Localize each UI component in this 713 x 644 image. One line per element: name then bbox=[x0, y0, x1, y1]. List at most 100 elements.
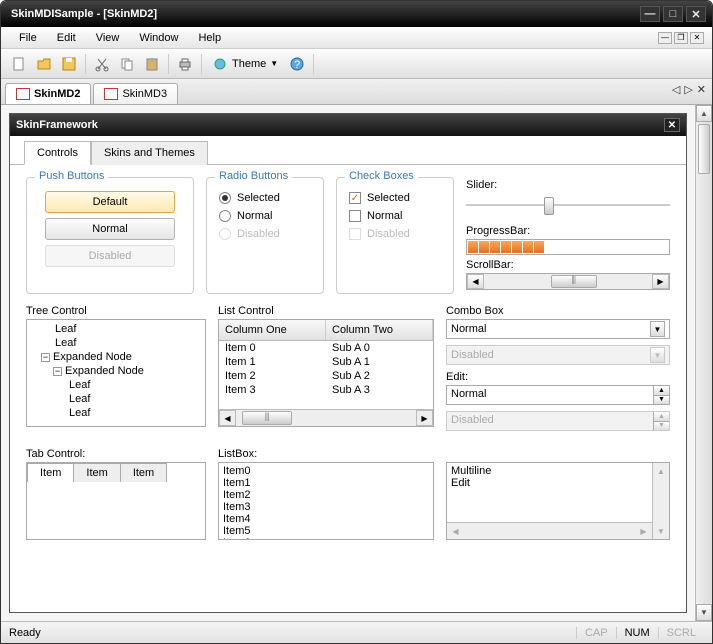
scroll-right-icon[interactable]: ▶ bbox=[635, 523, 652, 539]
new-file-icon[interactable] bbox=[7, 52, 31, 76]
multiline-text: Multiline bbox=[451, 465, 648, 477]
child-close-button[interactable]: ✕ bbox=[664, 118, 680, 132]
listbox-label: ListBox: bbox=[218, 448, 434, 460]
collapse-icon[interactable]: − bbox=[53, 367, 62, 376]
chevron-down-icon[interactable]: ▼ bbox=[650, 321, 665, 337]
scroll-left-icon[interactable]: ◀ bbox=[447, 523, 464, 539]
listbox-item[interactable]: Item1 bbox=[223, 477, 429, 489]
paste-icon[interactable] bbox=[140, 52, 164, 76]
list-row[interactable]: Item 3Sub A 3 bbox=[219, 383, 433, 397]
menu-window[interactable]: Window bbox=[129, 29, 188, 47]
normal-button[interactable]: Normal bbox=[45, 218, 175, 240]
cut-icon[interactable] bbox=[90, 52, 114, 76]
copy-icon[interactable] bbox=[115, 52, 139, 76]
print-icon[interactable] bbox=[173, 52, 197, 76]
scroll-thumb[interactable]: ⦀ bbox=[242, 411, 292, 425]
scrollbar[interactable]: ◀ ⦀ ▶ bbox=[466, 273, 670, 290]
slider-thumb[interactable] bbox=[544, 197, 554, 215]
check-normal[interactable]: Normal bbox=[349, 210, 441, 222]
mdi-restore-icon[interactable]: ❐ bbox=[674, 32, 688, 44]
combo-normal[interactable]: Normal▼ bbox=[446, 319, 670, 339]
tree-leaf[interactable]: Leaf bbox=[29, 378, 203, 392]
help-icon[interactable]: ? bbox=[285, 52, 309, 76]
tabctrl-item[interactable]: Item bbox=[73, 463, 120, 482]
edit-disabled: Disabled▲▼ bbox=[446, 411, 670, 431]
check-selected[interactable]: ✓Selected bbox=[349, 192, 441, 204]
tree-node[interactable]: −Expanded Node bbox=[29, 364, 203, 378]
minimize-button[interactable]: — bbox=[640, 6, 660, 22]
slider[interactable] bbox=[466, 195, 670, 215]
tree-node[interactable]: −Expanded Node bbox=[29, 350, 203, 364]
default-button[interactable]: Default bbox=[45, 191, 175, 213]
menu-view[interactable]: View bbox=[86, 29, 130, 47]
tab-close-icon[interactable]: ✕ bbox=[697, 83, 706, 96]
tab-control: Item Item Item bbox=[26, 462, 206, 540]
spin-down-icon: ▼ bbox=[653, 422, 669, 431]
multiline-hscroll[interactable]: ◀ ▶ bbox=[447, 522, 652, 539]
spin-up-icon[interactable]: ▲ bbox=[653, 386, 669, 396]
menu-help[interactable]: Help bbox=[188, 29, 231, 47]
theme-dropdown[interactable]: Theme ▼ bbox=[206, 52, 284, 76]
scroll-left-icon[interactable]: ◀ bbox=[467, 274, 484, 289]
tree-leaf[interactable]: Leaf bbox=[29, 336, 203, 350]
tab-controls[interactable]: Controls bbox=[24, 141, 91, 165]
listbox-item[interactable]: Item6 bbox=[223, 537, 429, 540]
doc-tab-1[interactable]: SkinMD2 bbox=[5, 83, 91, 104]
listbox-item[interactable]: Item0 bbox=[223, 465, 429, 477]
listbox-item[interactable]: Item5 bbox=[223, 525, 429, 537]
multiline-edit[interactable]: Multiline Edit ◀ ▶ bbox=[446, 462, 670, 540]
scroll-thumb[interactable]: ⦀ bbox=[551, 275, 597, 288]
list-hscroll[interactable]: ◀ ⦀ ▶ bbox=[219, 409, 433, 426]
maximize-button[interactable]: □ bbox=[663, 6, 683, 22]
radio-normal[interactable]: Normal bbox=[219, 210, 311, 222]
open-file-icon[interactable] bbox=[32, 52, 56, 76]
spin-up-icon: ▲ bbox=[653, 412, 669, 422]
collapse-icon[interactable]: − bbox=[41, 353, 50, 362]
list-row[interactable]: Item 2Sub A 2 bbox=[219, 369, 433, 383]
tab-skins[interactable]: Skins and Themes bbox=[91, 141, 208, 165]
scroll-thumb[interactable] bbox=[698, 124, 710, 174]
scroll-down-icon[interactable]: ▼ bbox=[696, 604, 712, 621]
doc-tab-2[interactable]: SkinMD3 bbox=[93, 83, 178, 104]
document-tabs: SkinMD2 SkinMD3 ◁ ▷ ✕ bbox=[1, 79, 712, 105]
listbox-item[interactable]: Item3 bbox=[223, 501, 429, 513]
col-one[interactable]: Column One bbox=[219, 320, 326, 340]
scroll-right-icon[interactable]: ▶ bbox=[416, 410, 433, 426]
menu-file[interactable]: File bbox=[9, 29, 47, 47]
tabctrl-item[interactable]: Item bbox=[120, 463, 167, 482]
doc-icon bbox=[104, 88, 118, 100]
svg-text:?: ? bbox=[294, 59, 300, 71]
tabctrl-item[interactable]: Item bbox=[27, 463, 74, 482]
mdi-close-icon[interactable]: ✕ bbox=[690, 32, 704, 44]
tree-leaf[interactable]: Leaf bbox=[29, 322, 203, 336]
close-button[interactable]: ✕ bbox=[686, 6, 706, 22]
group-check-boxes: Check Boxes ✓Selected Normal Disabled bbox=[336, 177, 454, 294]
listbox-item[interactable]: Item2 bbox=[223, 489, 429, 501]
client-vscroll[interactable]: ▲ ▼ bbox=[695, 105, 712, 621]
listbox-item[interactable]: Item4 bbox=[223, 513, 429, 525]
disabled-button: Disabled bbox=[45, 245, 175, 267]
listbox[interactable]: Item0 Item1 Item2 Item3 Item4 Item5 Item… bbox=[218, 462, 434, 540]
scroll-right-icon[interactable]: ▶ bbox=[652, 274, 669, 289]
save-icon[interactable] bbox=[57, 52, 81, 76]
tree-leaf[interactable]: Leaf bbox=[29, 392, 203, 406]
scroll-up-icon[interactable]: ▲ bbox=[696, 105, 712, 122]
list-row[interactable]: Item 0Sub A 0 bbox=[219, 341, 433, 355]
tree-leaf[interactable]: Leaf bbox=[29, 406, 203, 420]
multiline-vscroll[interactable]: ▲ ▼ bbox=[652, 463, 669, 539]
scroll-left-icon[interactable]: ◀ bbox=[219, 410, 236, 426]
menu-edit[interactable]: Edit bbox=[47, 29, 86, 47]
tree-control[interactable]: Leaf Leaf −Expanded Node −Expanded Node … bbox=[26, 319, 206, 427]
list-control[interactable]: Column One Column Two Item 0Sub A 0 Item… bbox=[218, 319, 434, 427]
col-two[interactable]: Column Two bbox=[326, 320, 433, 340]
edit-normal[interactable]: Normal▲▼ bbox=[446, 385, 670, 405]
tab-prev-icon[interactable]: ◁ bbox=[672, 83, 680, 96]
tab-next-icon[interactable]: ▷ bbox=[684, 83, 692, 96]
scroll-up-icon[interactable]: ▲ bbox=[653, 463, 669, 479]
mdi-minimize-icon[interactable]: — bbox=[658, 32, 672, 44]
scroll-down-icon[interactable]: ▼ bbox=[653, 523, 669, 539]
list-row[interactable]: Item 1Sub A 1 bbox=[219, 355, 433, 369]
radio-selected[interactable]: Selected bbox=[219, 192, 311, 204]
list-header[interactable]: Column One Column Two bbox=[219, 320, 433, 341]
spin-down-icon[interactable]: ▼ bbox=[653, 396, 669, 405]
